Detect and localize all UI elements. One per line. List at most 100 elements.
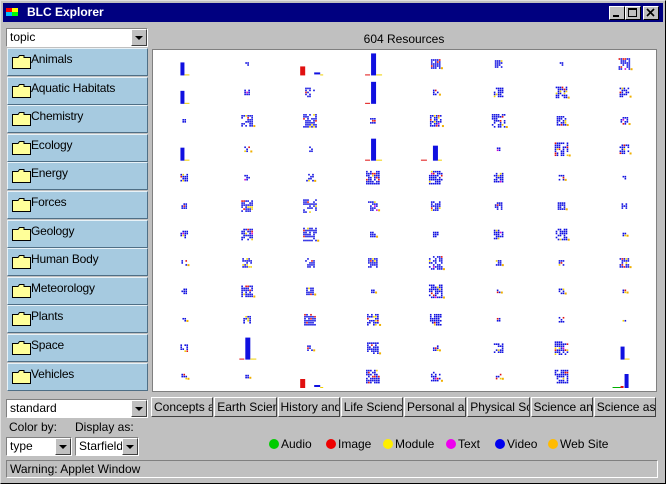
resource-glyph[interactable]: [241, 285, 256, 298]
category-tab[interactable]: History and: [277, 397, 340, 417]
resource-glyph[interactable]: [305, 258, 315, 268]
resource-glyph[interactable]: [182, 119, 187, 123]
resource-glyph[interactable]: [428, 256, 445, 271]
resource-glyph[interactable]: [242, 258, 252, 268]
resource-glyph[interactable]: [241, 228, 253, 241]
resource-glyph[interactable]: [557, 202, 568, 211]
resource-glyph[interactable]: [612, 374, 629, 388]
resource-glyph[interactable]: [428, 170, 443, 185]
mode-select[interactable]: standard: [6, 399, 148, 418]
chevron-down-icon[interactable]: [131, 400, 147, 417]
resource-glyph[interactable]: [367, 313, 382, 326]
resource-glyph[interactable]: [430, 59, 443, 70]
chevron-down-icon[interactable]: [122, 438, 138, 455]
resource-glyph[interactable]: [370, 118, 376, 124]
resource-glyph[interactable]: [307, 345, 316, 352]
resource-glyph[interactable]: [494, 202, 503, 210]
resource-glyph[interactable]: [554, 142, 571, 157]
topic-item[interactable]: Meteorology: [7, 276, 148, 305]
resource-glyph[interactable]: [241, 200, 253, 212]
resource-glyph[interactable]: [556, 116, 569, 127]
resource-glyph[interactable]: [493, 343, 504, 353]
resource-glyph[interactable]: [245, 62, 249, 66]
resource-glyph[interactable]: [181, 260, 190, 267]
resource-glyph[interactable]: [496, 289, 503, 294]
resource-glyph[interactable]: [559, 62, 564, 66]
resource-glyph[interactable]: [365, 138, 383, 161]
resource-glyph[interactable]: [245, 374, 252, 379]
resource-glyph[interactable]: [303, 199, 317, 213]
topic-select[interactable]: topic: [6, 28, 148, 47]
resource-glyph[interactable]: [306, 173, 317, 182]
resource-glyph[interactable]: [365, 53, 383, 76]
resource-glyph[interactable]: [368, 201, 381, 212]
resource-glyph[interactable]: [496, 147, 501, 152]
resource-glyph[interactable]: [180, 230, 189, 239]
resource-glyph[interactable]: [309, 146, 313, 153]
topic-item[interactable]: Chemistry: [7, 105, 148, 134]
resource-glyph[interactable]: [555, 86, 570, 99]
category-tab[interactable]: Science as: [593, 397, 656, 417]
resource-glyph[interactable]: [180, 173, 189, 182]
topic-item[interactable]: Human Body: [7, 248, 148, 277]
topic-item[interactable]: Plants: [7, 305, 148, 334]
resource-glyph[interactable]: [495, 260, 504, 267]
resource-glyph[interactable]: [558, 174, 567, 181]
resource-glyph[interactable]: [303, 114, 317, 128]
resource-glyph[interactable]: [619, 258, 632, 269]
resource-glyph[interactable]: [554, 341, 569, 355]
resource-glyph[interactable]: [432, 89, 441, 96]
resource-glyph[interactable]: [181, 288, 188, 295]
resource-glyph[interactable]: [244, 174, 250, 181]
minimize-button[interactable]: [609, 6, 625, 20]
topic-item[interactable]: Animals: [7, 48, 148, 76]
topic-item[interactable]: Energy: [7, 162, 148, 191]
resource-glyph[interactable]: [558, 260, 565, 266]
resource-glyph[interactable]: [370, 231, 379, 238]
topic-item[interactable]: Space: [7, 334, 148, 362]
resource-glyph[interactable]: [180, 62, 190, 76]
resource-glyph[interactable]: [244, 146, 253, 153]
resource-glyph[interactable]: [243, 315, 251, 324]
resource-glyph[interactable]: [367, 342, 382, 355]
category-tab[interactable]: Science anc: [530, 397, 593, 417]
resource-glyph[interactable]: [493, 172, 504, 183]
resource-glyph[interactable]: [494, 60, 503, 68]
resource-glyph[interactable]: [300, 379, 324, 388]
resource-glyph[interactable]: [622, 175, 627, 180]
resource-glyph[interactable]: [622, 289, 629, 294]
topic-item[interactable]: Vehicles: [7, 362, 148, 391]
resource-glyph[interactable]: [621, 203, 628, 209]
resource-glyph[interactable]: [493, 87, 504, 98]
resource-glyph[interactable]: [365, 81, 377, 104]
close-button[interactable]: [643, 6, 659, 20]
resource-glyph[interactable]: [371, 289, 378, 294]
resource-glyph[interactable]: [180, 344, 189, 352]
starfield-grid[interactable]: [152, 49, 657, 392]
chevron-down-icon[interactable]: [55, 438, 71, 455]
display-as-select[interactable]: Starfield: [75, 437, 139, 456]
resource-glyph[interactable]: [182, 317, 189, 322]
resource-glyph[interactable]: [241, 115, 256, 128]
chevron-down-icon[interactable]: [131, 29, 147, 46]
resource-glyph[interactable]: [554, 369, 569, 384]
resource-glyph[interactable]: [619, 144, 632, 155]
resource-glyph[interactable]: [429, 115, 444, 128]
resource-glyph[interactable]: [495, 373, 504, 380]
resource-glyph[interactable]: [180, 90, 190, 104]
resource-glyph[interactable]: [430, 201, 441, 211]
resource-glyph[interactable]: [300, 66, 324, 76]
resource-glyph[interactable]: [432, 345, 441, 352]
resource-glyph[interactable]: [430, 371, 443, 382]
resource-glyph[interactable]: [558, 316, 565, 323]
resource-glyph[interactable]: [366, 170, 380, 185]
category-tab[interactable]: Concepts ar: [151, 397, 214, 417]
resource-glyph[interactable]: [622, 319, 627, 322]
resource-glyph[interactable]: [303, 227, 320, 242]
resource-glyph[interactable]: [558, 288, 567, 295]
topic-item[interactable]: Forces: [7, 191, 148, 219]
resource-glyph[interactable]: [493, 229, 504, 240]
category-tab[interactable]: Earth Scien: [214, 397, 277, 417]
resource-glyph[interactable]: [622, 232, 629, 237]
resource-glyph[interactable]: [555, 228, 570, 241]
